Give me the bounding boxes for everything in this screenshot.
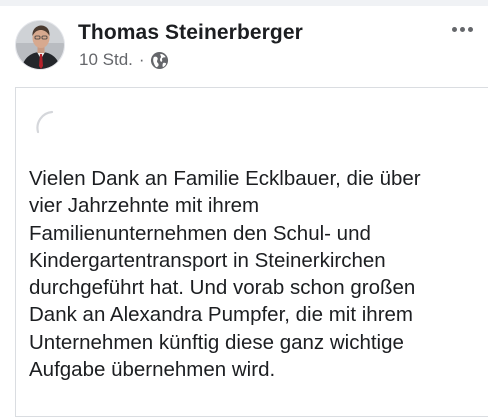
author-name[interactable]: Thomas Steinerberger bbox=[78, 21, 303, 45]
more-options-icon bbox=[451, 26, 473, 32]
loading-spinner-icon bbox=[36, 110, 54, 134]
post-timestamp[interactable]: 10 Std. bbox=[79, 50, 133, 70]
more-options-button[interactable] bbox=[446, 17, 478, 41]
meta-separator: · bbox=[138, 50, 145, 69]
avatar[interactable] bbox=[15, 20, 65, 70]
post-text: Vielen Dank an Familie Ecklbauer, die üb… bbox=[29, 167, 421, 382]
post-meta: 10 Std. · bbox=[79, 50, 169, 70]
post-content-card: Vielen Dank an Familie Ecklbauer, die üb… bbox=[15, 87, 488, 417]
post-header: Thomas Steinerberger 10 Std. · bbox=[0, 0, 488, 90]
avatar-photo bbox=[16, 21, 64, 69]
globe-icon[interactable] bbox=[150, 51, 169, 70]
